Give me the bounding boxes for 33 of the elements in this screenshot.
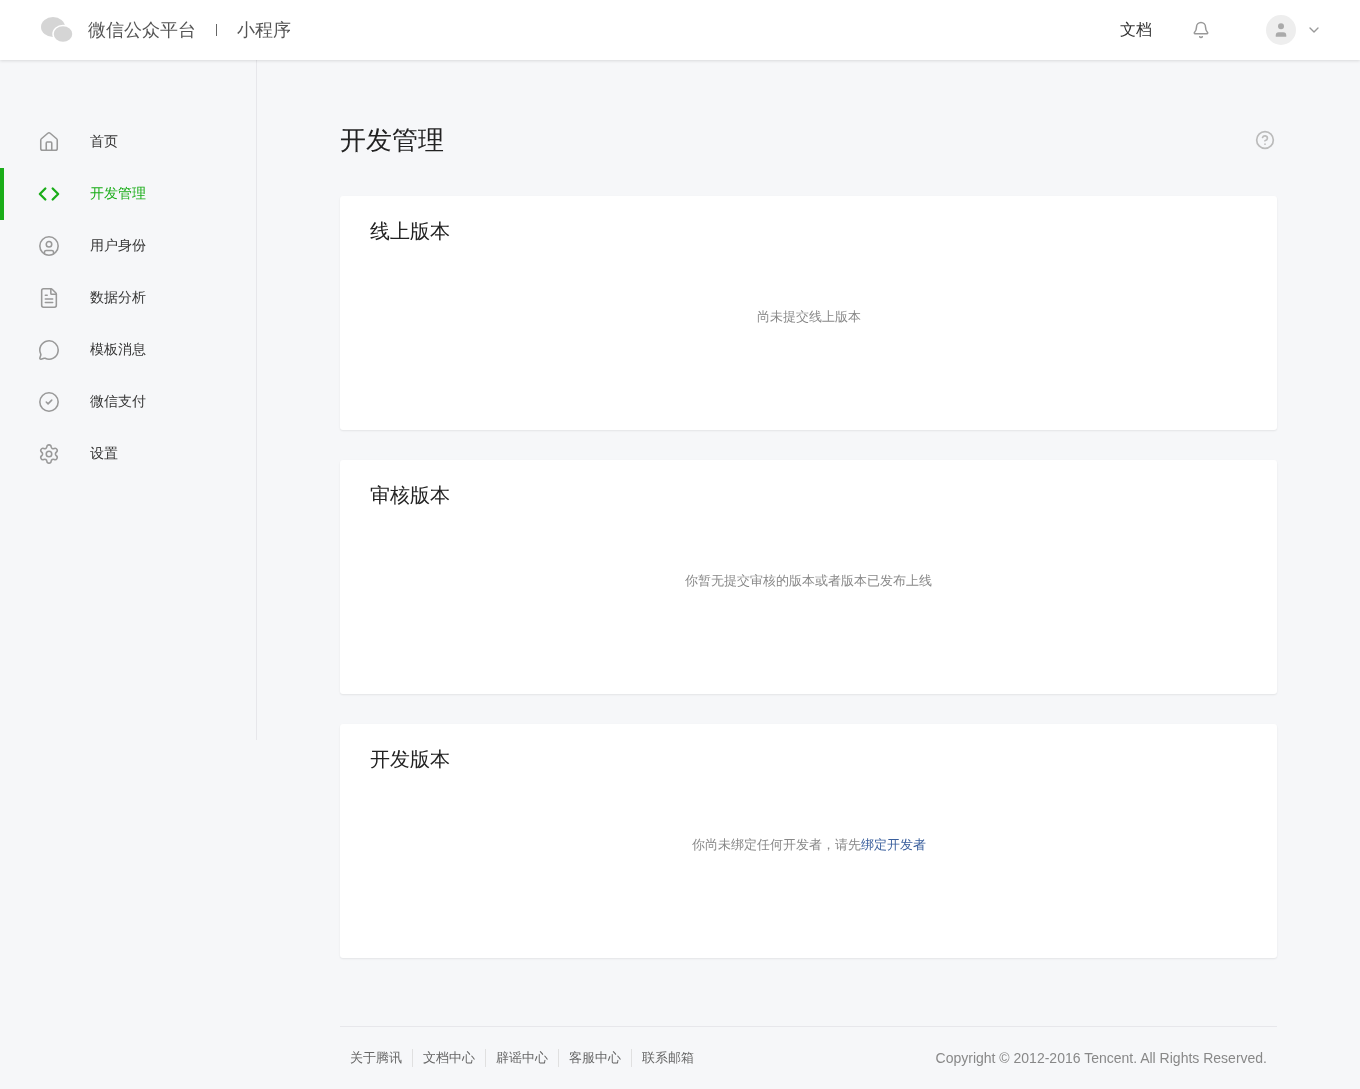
card-title: 开发版本 [370, 747, 451, 772]
empty-message: 你尚未绑定任何开发者，请先绑定开发者 [691, 835, 926, 854]
product-name: 小程序 [237, 19, 291, 42]
copyright-text: Copyright © 2012-2016 Tencent. All Rights Reserved. [935, 1050, 1267, 1066]
chat-bubbles-logo-icon [40, 16, 74, 44]
card-title: 线上版本 [370, 219, 451, 244]
sidebar-item[interactable]: 数据分析 [0, 272, 256, 324]
bind-developer-link[interactable]: 绑定开发者 [860, 836, 926, 852]
bell-icon[interactable] [1192, 21, 1210, 39]
page-title: 开发管理 [340, 123, 444, 157]
sidebar-item[interactable]: 设置 [0, 428, 256, 480]
footer-link[interactable]: 客服中心 [558, 1049, 631, 1067]
document-icon [38, 287, 60, 309]
sidebar-item[interactable]: 首页 [0, 116, 256, 168]
check-circle-icon [38, 391, 60, 413]
user-circle-icon [38, 235, 60, 257]
help-icon[interactable] [1255, 130, 1275, 150]
chat-bubble-icon [38, 339, 60, 361]
settings-icon [38, 443, 60, 465]
docs-link[interactable]: 文档 [1120, 19, 1152, 41]
footer-link[interactable]: 联系邮箱 [631, 1049, 704, 1067]
footer-link[interactable]: 文档中心 [412, 1049, 485, 1067]
sidebar-item[interactable]: 模板消息 [0, 324, 256, 376]
platform-name: 微信公众平台 [88, 19, 196, 42]
card-title: 审核版本 [370, 483, 451, 508]
sidebar-item[interactable]: 微信支付 [0, 376, 256, 428]
empty-message: 尚未提交线上版本 [756, 307, 861, 326]
avatar-icon[interactable] [1266, 15, 1296, 45]
footer-link[interactable]: 关于腾讯 [350, 1049, 412, 1067]
footer-link[interactable]: 辟谣中心 [485, 1049, 558, 1067]
empty-message: 你暂无提交审核的版本或者版本已发布上线 [685, 571, 932, 590]
home-icon [38, 131, 60, 153]
sidebar-item[interactable]: 用户身份 [0, 220, 256, 272]
